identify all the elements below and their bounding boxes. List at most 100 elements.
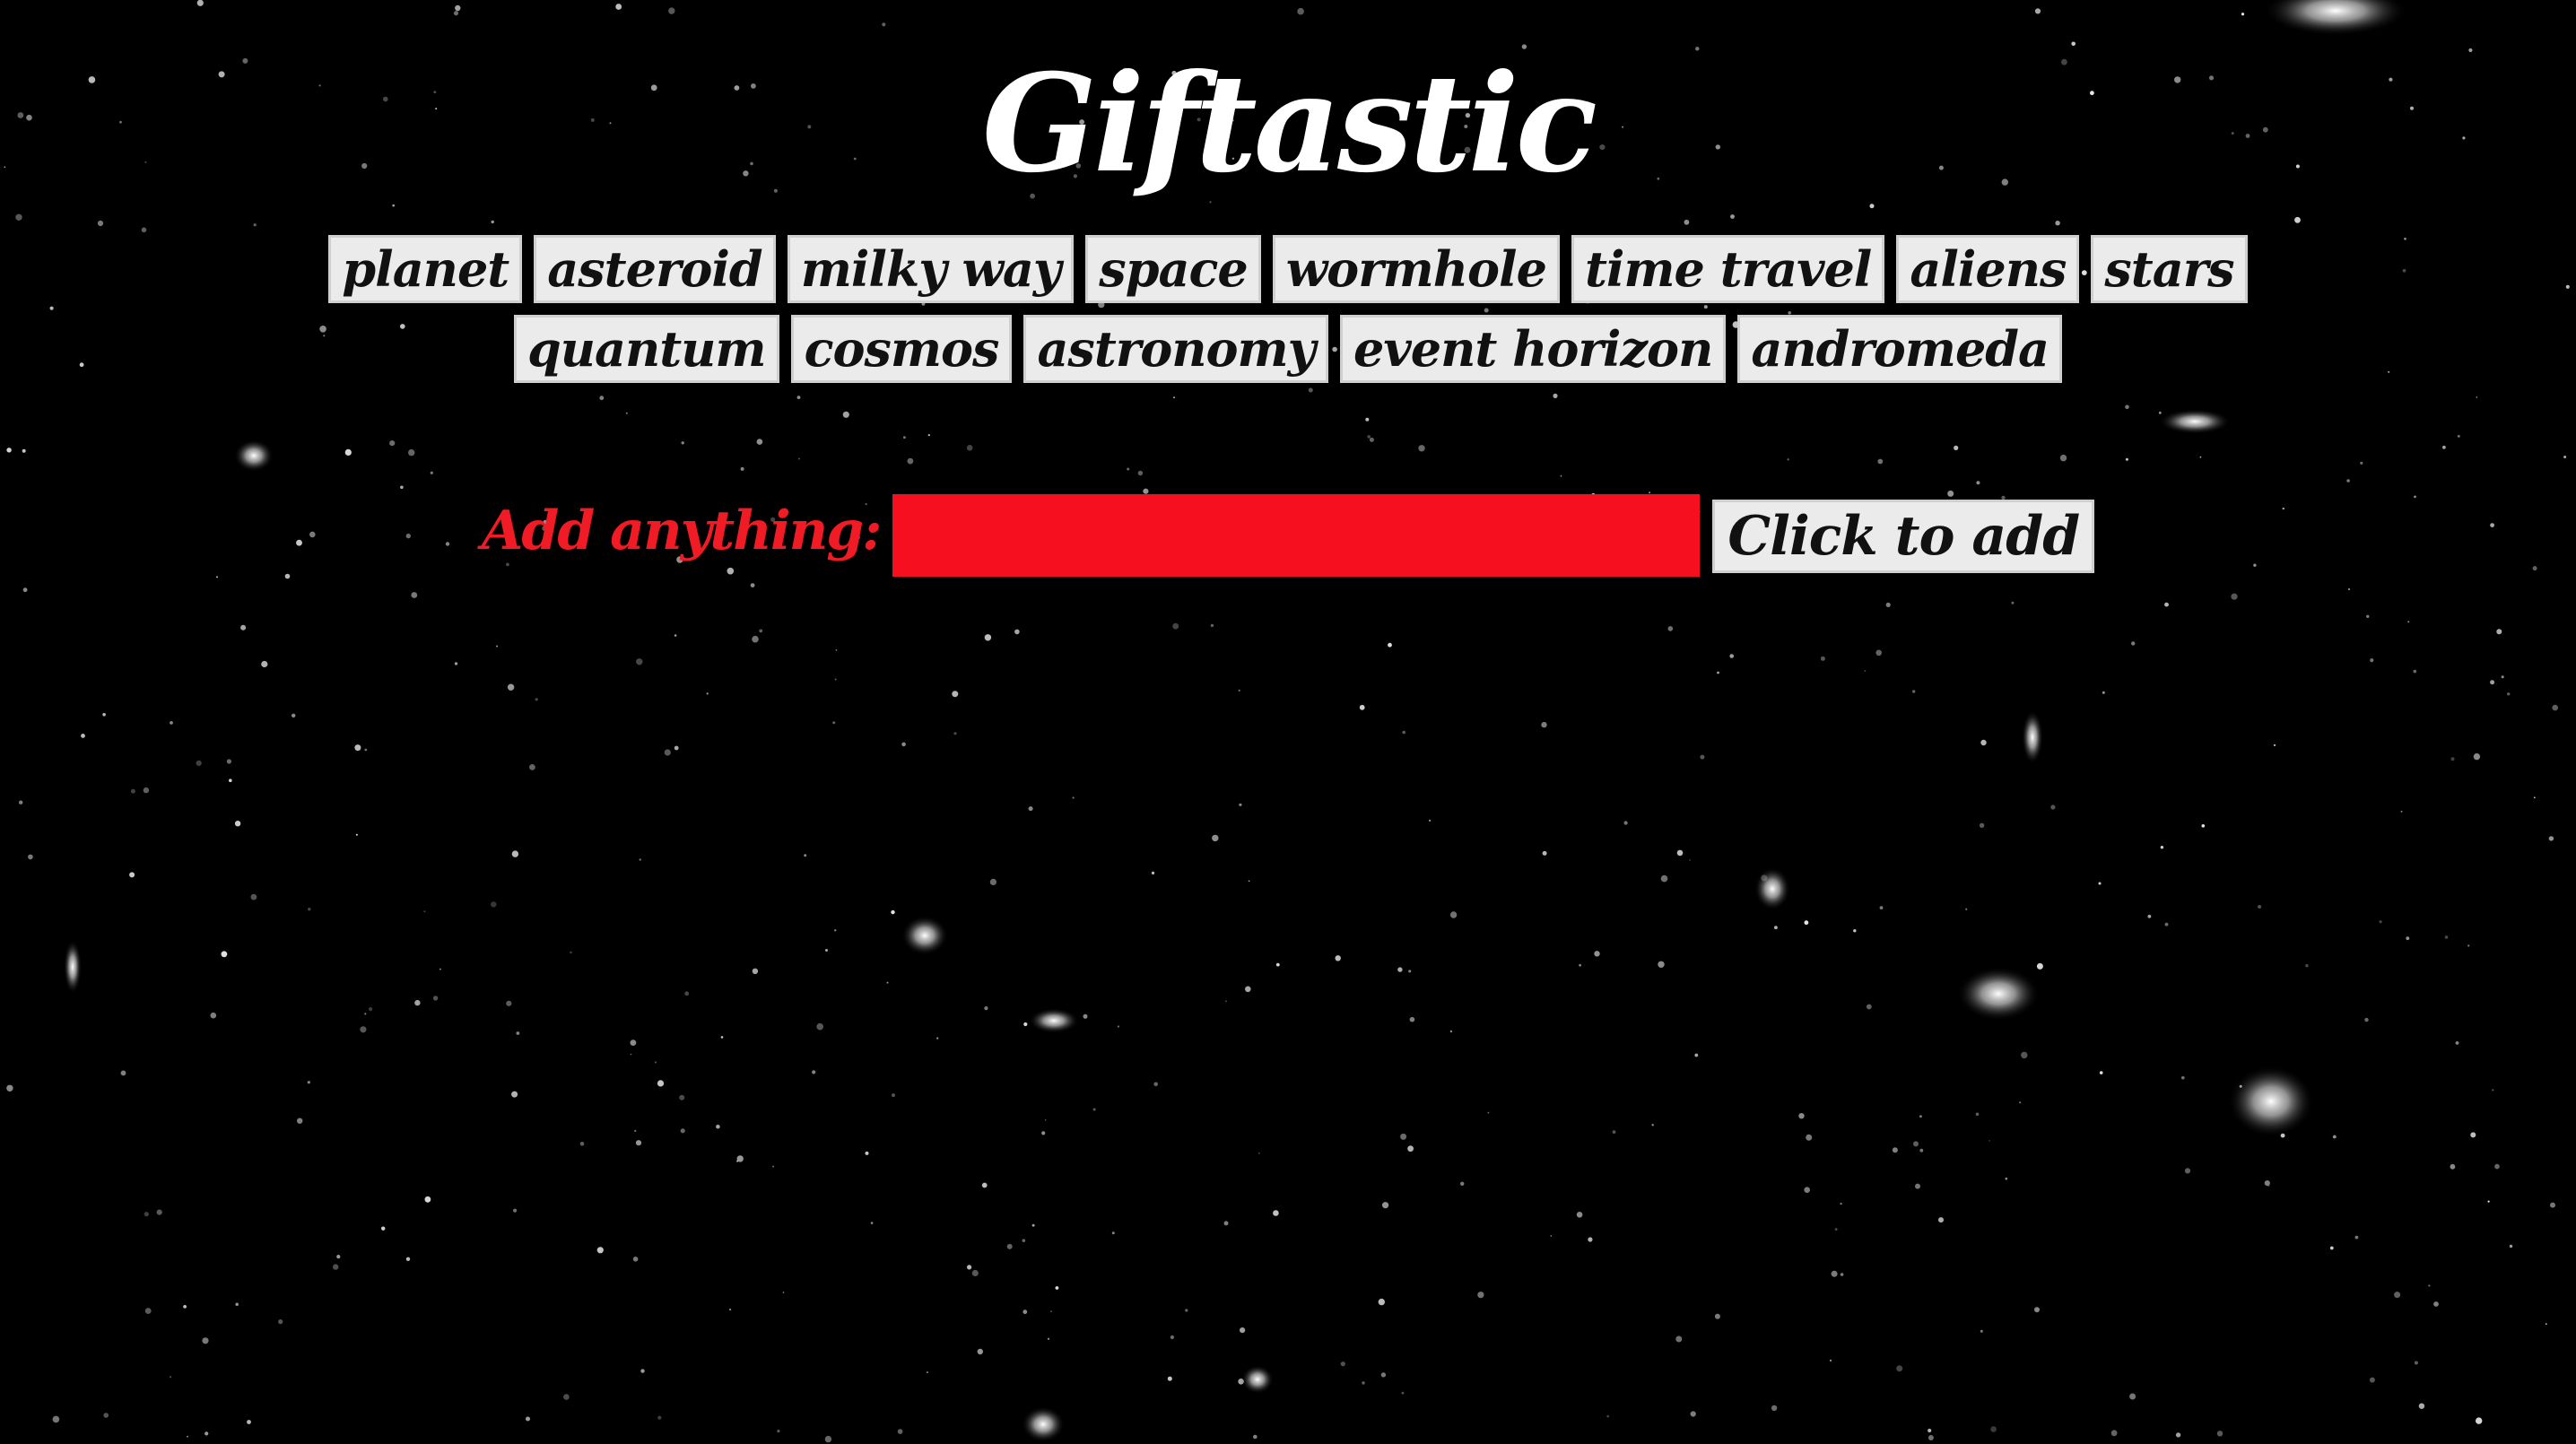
galaxy	[1022, 1406, 1065, 1442]
star	[2406, 936, 2410, 941]
star	[506, 1000, 512, 1006]
topic-button-time-travel[interactable]: time travel	[1571, 235, 1885, 303]
star	[2428, 1284, 2431, 1287]
star	[1717, 671, 1719, 674]
star	[1223, 1221, 1229, 1226]
star	[1170, 1335, 1174, 1340]
star	[1397, 967, 1403, 972]
star	[2231, 593, 2238, 600]
star	[1240, 1327, 1246, 1334]
topic-button-wormhole[interactable]: wormhole	[1272, 235, 1560, 303]
topic-button-event-horizon[interactable]: event horizon	[1340, 315, 1727, 383]
star	[639, 858, 641, 861]
topic-button-milky-way[interactable]: milky way	[787, 235, 1075, 303]
star	[424, 1196, 431, 1203]
star	[1449, 1030, 1453, 1033]
star	[657, 1080, 665, 1087]
star	[2036, 962, 2043, 970]
star	[952, 691, 959, 698]
star	[2533, 796, 2536, 799]
add-topic-input[interactable]	[892, 494, 1701, 577]
topic-button-andromeda[interactable]: andromeda	[1737, 315, 2063, 383]
star	[6, 1084, 13, 1092]
star	[2473, 752, 2481, 761]
star	[2476, 1417, 2483, 1424]
star	[1028, 806, 1033, 812]
star	[1840, 1273, 1844, 1276]
topic-button-quantum[interactable]: quantum	[513, 315, 779, 383]
topic-button-astronomy[interactable]: astronomy	[1023, 315, 1329, 383]
star	[1576, 1212, 1583, 1218]
topic-button-planet[interactable]: planet	[328, 235, 523, 303]
star	[2347, 587, 2351, 591]
topic-button-cosmos[interactable]: cosmos	[790, 315, 1013, 383]
star	[333, 1264, 339, 1270]
star	[1885, 602, 1891, 608]
star	[752, 968, 759, 975]
star	[411, 592, 418, 598]
star	[221, 951, 228, 958]
star	[226, 759, 231, 764]
star	[2548, 836, 2554, 841]
star	[2011, 601, 2015, 605]
star	[2413, 669, 2417, 674]
topic-buttons-row-1: planet asteroid milky way space wormhole time…	[0, 235, 2576, 303]
star	[1248, 880, 1250, 883]
star	[1771, 1405, 1778, 1412]
star	[804, 854, 807, 857]
star	[1774, 926, 1778, 930]
star	[636, 658, 643, 665]
star	[1400, 1133, 1407, 1140]
star	[2400, 811, 2403, 813]
topic-button-space[interactable]: space	[1085, 235, 1261, 303]
star	[28, 854, 33, 860]
star	[144, 1212, 149, 1217]
star	[1273, 1210, 1279, 1216]
star	[716, 1124, 720, 1129]
star	[632, 1257, 639, 1262]
star	[870, 1222, 874, 1224]
star	[2370, 658, 2374, 663]
star	[1798, 1113, 1805, 1119]
star	[2444, 935, 2449, 939]
star	[1401, 1391, 1405, 1395]
star	[927, 1371, 928, 1373]
topic-button-aliens[interactable]: aliens	[1896, 235, 2080, 303]
star	[2418, 1403, 2425, 1409]
star	[52, 1415, 60, 1423]
star	[1487, 1111, 1490, 1114]
star	[2455, 1041, 2459, 1045]
galaxy	[2228, 1066, 2314, 1137]
star	[1022, 1239, 1026, 1242]
star	[750, 583, 755, 587]
star	[1238, 689, 1240, 692]
topic-button-asteroid[interactable]: asteroid	[534, 235, 776, 303]
star	[664, 749, 671, 756]
galaxy	[1029, 1008, 1079, 1033]
star	[2129, 1393, 2137, 1400]
star	[1979, 822, 1985, 828]
star	[635, 1140, 642, 1146]
star	[202, 1337, 209, 1344]
star	[1667, 626, 1674, 631]
galaxy	[2022, 710, 2043, 764]
star	[1919, 1148, 1924, 1153]
star	[369, 1007, 373, 1012]
star	[2131, 641, 2136, 646]
star	[984, 634, 992, 641]
star	[187, 1435, 188, 1438]
star	[240, 624, 247, 631]
star	[674, 745, 679, 751]
topic-button-stars[interactable]: stars	[2091, 235, 2248, 303]
star	[1980, 739, 1987, 746]
star	[729, 1309, 732, 1311]
star	[1340, 1361, 1345, 1367]
page-content: Giftastic planet asteroid milky way space wo…	[0, 0, 2576, 577]
star	[2164, 922, 2169, 926]
star	[1210, 623, 1214, 628]
click-to-add-button[interactable]: Click to add	[1712, 500, 2095, 573]
star	[832, 721, 836, 725]
star	[674, 634, 677, 637]
star	[439, 968, 441, 970]
star	[1928, 1428, 1932, 1433]
